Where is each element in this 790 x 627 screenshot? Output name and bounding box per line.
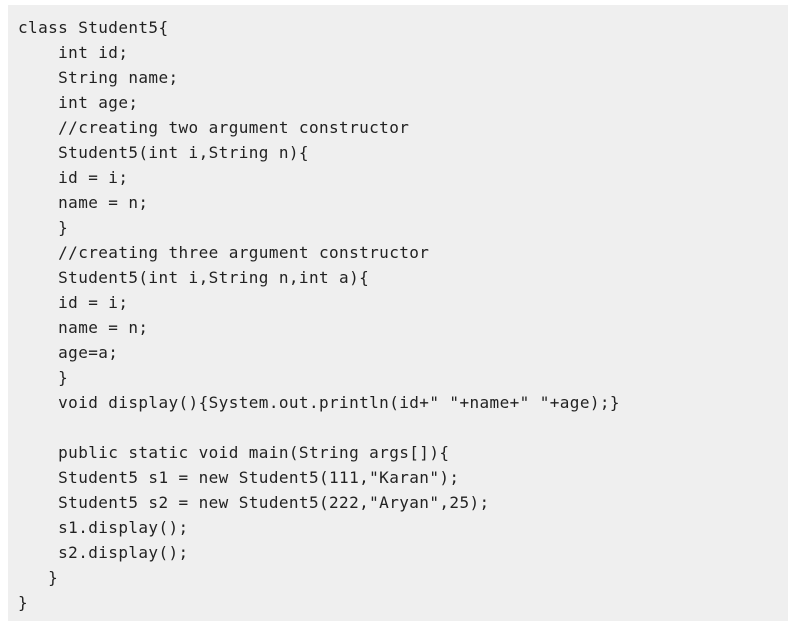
code-line: } <box>18 568 59 587</box>
code-block: class Student5{ int id; String name; int… <box>8 5 788 621</box>
code-line: } <box>18 218 69 237</box>
code-line: public static void main(String args[]){ <box>18 443 450 462</box>
code-line: id = i; <box>18 168 129 187</box>
code-line: Student5(int i,String n,int a){ <box>18 268 370 287</box>
code-line: Student5(int i,String n){ <box>18 143 309 162</box>
code-line: name = n; <box>18 318 149 337</box>
code-line: Student5 s1 = new Student5(111,"Karan"); <box>18 468 460 487</box>
code-line: id = i; <box>18 293 129 312</box>
code-line: age=a; <box>18 343 119 362</box>
code-line: int id; <box>18 43 129 62</box>
code-line: s2.display(); <box>18 543 189 562</box>
code-line: int age; <box>18 93 139 112</box>
code-line: String name; <box>18 68 179 87</box>
code-comment-line: //creating three argument constructor <box>18 243 430 262</box>
code-line: class Student5{ <box>18 18 169 37</box>
code-line: } <box>18 368 69 387</box>
code-line: s1.display(); <box>18 518 189 537</box>
code-line: name = n; <box>18 193 149 212</box>
code-line: Student5 s2 = new Student5(222,"Aryan",2… <box>18 493 490 512</box>
code-line: void display(){System.out.println(id+" "… <box>18 393 620 412</box>
code-comment-line: //creating two argument constructor <box>18 118 410 137</box>
code-line: } <box>18 593 29 612</box>
